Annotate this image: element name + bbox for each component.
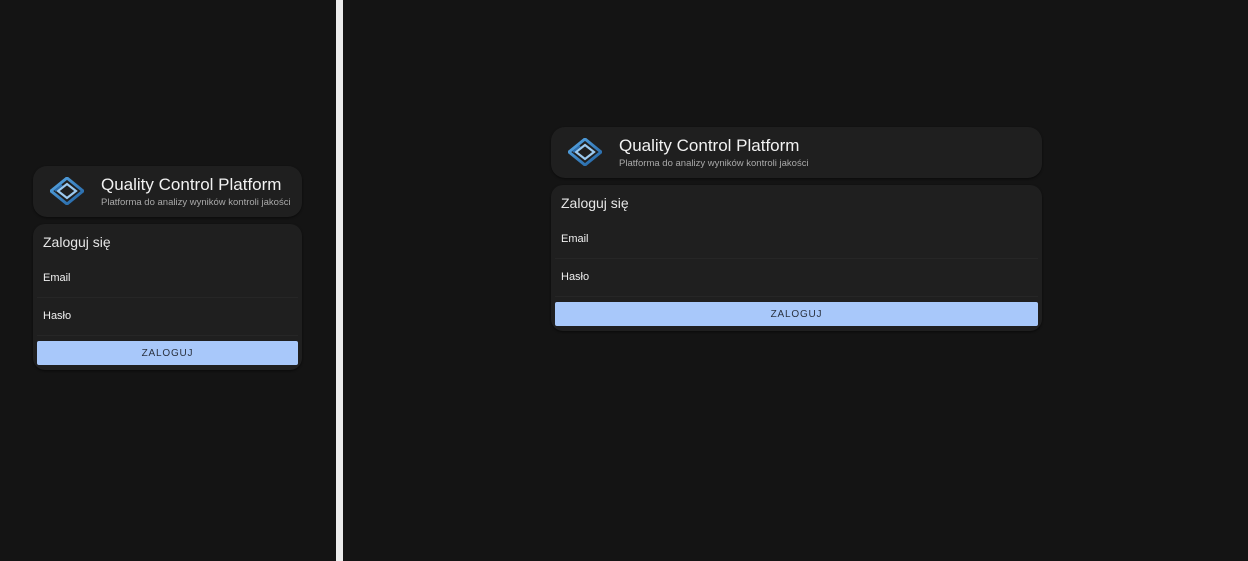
app-subtitle: Platforma do analizy wyników kontroli ja…	[101, 197, 291, 208]
login-form-card: Zaloguj się Email Hasło ZALOGUJ	[33, 224, 302, 370]
login-button[interactable]: ZALOGUJ	[555, 302, 1038, 326]
pane-divider	[336, 0, 343, 561]
password-field[interactable]: Hasło	[555, 259, 1038, 297]
app-header-card: Quality Control Platform Platforma do an…	[551, 127, 1042, 178]
password-input[interactable]	[37, 298, 298, 335]
app-title: Quality Control Platform	[101, 175, 282, 194]
screenshot-stage: Quality Control Platform Platforma do an…	[0, 0, 1248, 561]
submit-wrap: ZALOGUJ	[33, 336, 302, 365]
title-block: Quality Control Platform Platforma do an…	[101, 175, 291, 209]
diamond-logo-icon	[568, 138, 602, 166]
email-field[interactable]: Email	[555, 221, 1038, 259]
left-pane: Quality Control Platform Platforma do an…	[0, 0, 336, 561]
login-container: Quality Control Platform Platforma do an…	[551, 127, 1042, 331]
diamond-logo-icon	[50, 177, 84, 205]
password-field[interactable]: Hasło	[37, 298, 298, 336]
login-heading: Zaloguj się	[43, 234, 111, 250]
email-field[interactable]: Email	[37, 260, 298, 298]
email-input[interactable]	[555, 221, 1038, 258]
login-container: Quality Control Platform Platforma do an…	[33, 166, 302, 370]
login-heading: Zaloguj się	[561, 195, 629, 211]
right-pane: Quality Control Platform Platforma do an…	[343, 0, 1248, 561]
password-input[interactable]	[555, 259, 1038, 296]
login-button[interactable]: ZALOGUJ	[37, 341, 298, 365]
email-input[interactable]	[37, 260, 298, 297]
app-header-card: Quality Control Platform Platforma do an…	[33, 166, 302, 217]
login-form-card: Zaloguj się Email Hasło ZALOGUJ	[551, 185, 1042, 331]
app-title: Quality Control Platform	[619, 136, 800, 155]
app-subtitle: Platforma do analizy wyników kontroli ja…	[619, 158, 809, 169]
title-block: Quality Control Platform Platforma do an…	[619, 136, 809, 170]
submit-wrap: ZALOGUJ	[551, 297, 1042, 326]
